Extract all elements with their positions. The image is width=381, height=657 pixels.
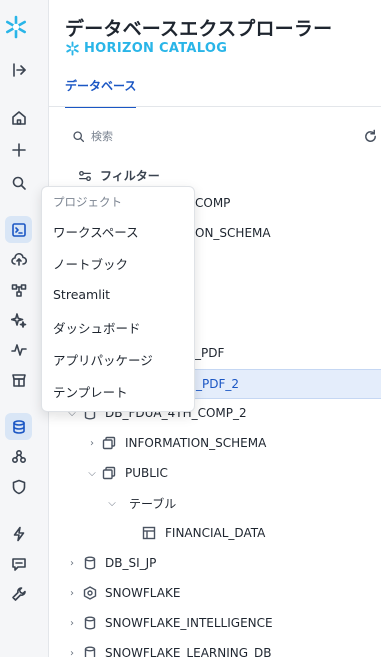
- tree-row-label: _PDF: [195, 346, 225, 360]
- ai-sparkle-icon[interactable]: [5, 306, 32, 333]
- tree-row-label: SNOWFLAKE: [105, 586, 181, 600]
- catalog-subtitle: HORIZON CATALOG: [65, 41, 227, 56]
- snowflake-small-icon: [66, 41, 79, 56]
- tab-databases[interactable]: データベース: [65, 77, 137, 108]
- menu-header: プロジェクト: [53, 195, 122, 209]
- menu-item-streamlit[interactable]: Streamlit: [53, 287, 110, 302]
- tree-row-label: ON_SCHEMA: [195, 226, 271, 240]
- table-icon: [142, 526, 156, 540]
- chevron-down-icon[interactable]: ⌵: [87, 468, 97, 479]
- filter-button[interactable]: フィルター: [78, 167, 160, 184]
- chevron-right-icon[interactable]: ›: [67, 618, 77, 629]
- schema-icon: [102, 466, 116, 480]
- projects-icon[interactable]: [5, 216, 32, 243]
- refresh-icon[interactable]: [363, 129, 378, 148]
- chevron-right-icon[interactable]: ›: [87, 438, 97, 449]
- monitoring-icon[interactable]: [5, 336, 32, 363]
- tree-row-group[interactable]: ⌵ テーブル: [49, 489, 381, 517]
- menu-item-templates[interactable]: テンプレート: [53, 382, 128, 401]
- schema-icon: [102, 436, 116, 450]
- tree-row-label: テーブル: [129, 496, 177, 511]
- tree-row-label: INFORMATION_SCHEMA: [125, 436, 267, 450]
- database-icon: [83, 556, 97, 570]
- menu-item-app-packages[interactable]: アプリパッケージ: [53, 350, 153, 369]
- menu-item-dashboards[interactable]: ダッシュボード: [53, 318, 141, 337]
- tree-row-table[interactable]: FINANCIAL_DATA: [49, 519, 381, 547]
- tree-row-database[interactable]: › SNOWFLAKE_LEARNING_DB: [49, 639, 381, 657]
- tabs-divider: [49, 106, 381, 107]
- tree-row-database[interactable]: › DB_SI_JP: [49, 549, 381, 577]
- chevron-down-icon[interactable]: ⌵: [107, 498, 117, 509]
- tree-row-label: FINANCIAL_DATA: [165, 526, 266, 540]
- bolt-icon[interactable]: [5, 520, 32, 547]
- snowflake-logo-icon[interactable]: [3, 14, 29, 40]
- tree-row-label: SNOWFLAKE_LEARNING_DB: [105, 646, 272, 657]
- database-icon: [83, 616, 97, 630]
- filter-label: フィルター: [100, 169, 160, 183]
- governance-shield-icon[interactable]: [5, 473, 32, 500]
- help-chat-icon[interactable]: [5, 550, 32, 577]
- projects-flyout-menu: プロジェクト ワークスペース ノートブック Streamlit ダッシュボード …: [41, 186, 195, 412]
- collapse-sidebar-icon[interactable]: [5, 56, 32, 83]
- database-icon: [83, 646, 97, 657]
- data-flow-icon[interactable]: [5, 276, 32, 303]
- tree-row-label: _PDF_2: [196, 377, 240, 391]
- page-title: データベースエクスプローラー: [65, 18, 333, 40]
- chevron-right-icon[interactable]: ›: [67, 648, 77, 657]
- search-icon: [73, 130, 85, 142]
- tree-row-database[interactable]: › SNOWFLAKE: [49, 579, 381, 607]
- upload-cloud-icon[interactable]: [5, 246, 32, 273]
- tree-row-label: SNOWFLAKE_INTELLIGENCE: [105, 616, 273, 630]
- marketplace-icon[interactable]: [5, 366, 32, 393]
- tree-row-database[interactable]: › SNOWFLAKE_INTELLIGENCE: [49, 609, 381, 637]
- tree-row-schema[interactable]: › INFORMATION_SCHEMA: [49, 429, 381, 457]
- home-icon[interactable]: [5, 104, 32, 131]
- chevron-right-icon[interactable]: ›: [67, 588, 77, 599]
- database-icon[interactable]: [5, 413, 32, 440]
- menu-item-workspaces[interactable]: ワークスペース: [53, 222, 139, 241]
- search-placeholder: 検索: [91, 130, 113, 143]
- subtitle-text: HORIZON CATALOG: [84, 41, 228, 56]
- tree-row-label: DB_SI_JP: [105, 556, 157, 570]
- search-input[interactable]: 検索: [72, 128, 113, 144]
- filter-icon: [79, 170, 91, 181]
- plus-icon[interactable]: [5, 136, 32, 163]
- catalog-icon[interactable]: [5, 443, 32, 470]
- tree-row-label: PUBLIC: [125, 466, 168, 480]
- chevron-right-icon[interactable]: ›: [67, 558, 77, 569]
- tree-row-schema[interactable]: ⌵ PUBLIC: [49, 459, 381, 487]
- search-icon[interactable]: [5, 169, 32, 196]
- shared-database-icon: [83, 586, 97, 600]
- settings-wrench-icon[interactable]: [5, 580, 32, 607]
- menu-item-notebooks[interactable]: ノートブック: [53, 254, 128, 273]
- tree-row-label: COMP: [195, 196, 231, 210]
